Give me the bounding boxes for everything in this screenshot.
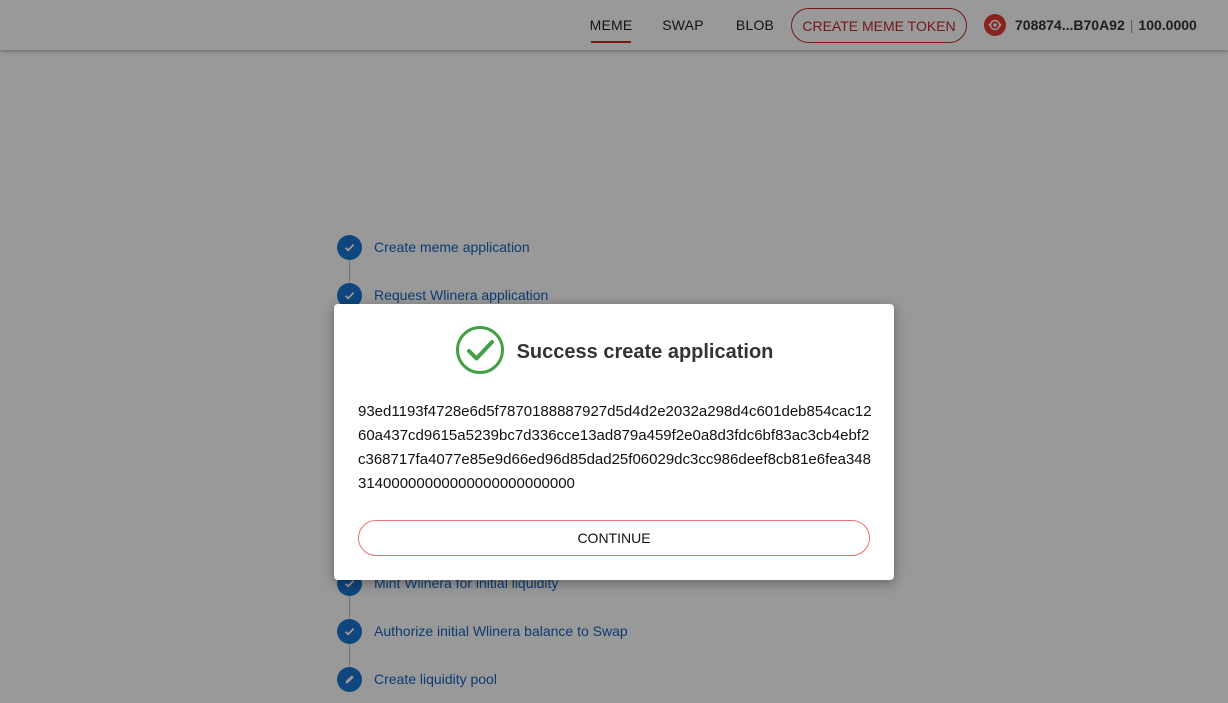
success-dialog: Success create application 93ed1193f4728… [334, 304, 894, 580]
success-check-circle-icon [455, 325, 505, 380]
dialog-title: Success create application [516, 340, 774, 363]
application-id-text: 93ed1193f4728e6d5f7870188887927d5d4d2e20… [358, 403, 872, 492]
continue-button[interactable]: CONTINUE [358, 520, 870, 556]
dialog-header: Success create application [334, 325, 894, 376]
